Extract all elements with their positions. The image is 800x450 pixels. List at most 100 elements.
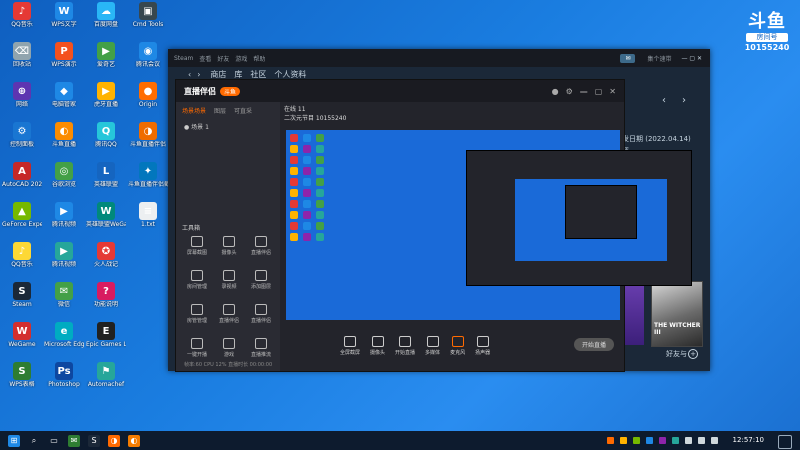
settings-icon[interactable]: ⚙	[566, 87, 573, 96]
nav-library[interactable]: 库	[234, 69, 242, 80]
nav-profile[interactable]: 个人资料	[274, 69, 306, 80]
witcher-capsule[interactable]: THE WITCHER III	[651, 281, 703, 347]
toolbox-item[interactable]: 一键开播	[184, 338, 210, 358]
toolbox-item[interactable]: 游戏	[216, 338, 242, 358]
close-icon[interactable]: ✕	[609, 87, 616, 96]
desktop-icon[interactable]: ⌫ 回收站	[2, 42, 42, 68]
desktop-icon-label: 电脑管家	[51, 101, 76, 108]
tab-scenes[interactable]: 场景场景	[182, 106, 206, 115]
desktop-icon[interactable]: ☁ 百度网盘	[86, 2, 126, 28]
live-companion-window[interactable]: 直播伴侣 斗鱼 ● ⚙ — ▢ ✕ 场景场景 图层 可直采 ● 场景 1 工具箱…	[175, 79, 692, 372]
carousel-next-icon[interactable]: ›	[682, 95, 686, 106]
toolbox-item[interactable]: 房管管理	[184, 304, 210, 324]
desktop-icon[interactable]: ▶ 虎牙直播	[86, 82, 126, 108]
desktop-icon[interactable]: L 英雄联盟	[86, 162, 126, 188]
toolbox-item[interactable]: 直播伴侣	[216, 304, 242, 324]
toolbox-item[interactable]: 摄像头	[216, 236, 242, 256]
douyu-taskbar-icon[interactable]: ◑	[108, 434, 120, 447]
microphone-button[interactable]: 麦克风	[450, 335, 465, 356]
desktop-icon[interactable]: Ps Photoshop	[44, 362, 84, 388]
desktop-icon[interactable]: ♪ QQ音乐	[2, 2, 42, 28]
desktop-icon[interactable]: ✪ 火人战记	[86, 242, 126, 268]
toolbox-item[interactable]: 录视频	[216, 270, 242, 290]
menu-friends[interactable]: 好友	[217, 54, 229, 63]
desktop-icon[interactable]: ♪ QQ音乐	[2, 242, 42, 268]
maximize-icon[interactable]: ▢	[595, 87, 603, 96]
toolbox-item[interactable]: 直播推流	[248, 338, 274, 358]
start-live-button[interactable]: 开始直播	[395, 335, 415, 356]
titlebar-controls[interactable]: ● ⚙ — ▢ ✕	[552, 87, 616, 96]
desktop-icon[interactable]: ▲GeForce Experience	[2, 202, 42, 228]
desktop-icon[interactable]: ⚑ Automachef	[86, 362, 126, 388]
chat-icon[interactable]: ✉	[620, 53, 636, 63]
media-button[interactable]: 多媒体	[425, 335, 440, 356]
toolbox-item[interactable]: 屏幕截图	[184, 236, 210, 256]
toolbox-item[interactable]: 直播伴侣	[248, 304, 274, 324]
menu-view[interactable]: 查看	[199, 54, 211, 63]
desktop-icon[interactable]: ◎ 谷歌浏览	[44, 162, 84, 188]
desktop-icon[interactable]: ✦斗鱼直播伴侣截屏	[128, 162, 168, 188]
desktop-icon[interactable]: ≡ 1.txt	[128, 202, 168, 228]
desktop-icon[interactable]: W英雄联盟WeGame版	[86, 202, 126, 228]
carousel-prev-icon[interactable]: ‹	[662, 95, 666, 106]
desktop-icon[interactable]: ◆ 电脑管家	[44, 82, 84, 108]
app-icon: ◎	[55, 162, 73, 180]
desktop-icon[interactable]: ● Origin	[128, 82, 168, 108]
back-icon[interactable]: ‹	[188, 70, 191, 79]
desktop-icon[interactable]: Q 腾讯QQ	[86, 122, 126, 148]
search-icon[interactable]: ⌕	[28, 435, 40, 447]
desktop-icon-label: 功能说明	[93, 301, 118, 308]
preview-canvas[interactable]	[286, 130, 692, 320]
desktop-icon[interactable]: W WPS文字	[44, 2, 84, 28]
speaker-button[interactable]: 扬声器	[475, 335, 490, 356]
desktop-icon[interactable]: EEpic Games Launcher	[86, 322, 126, 348]
user-name[interactable]: 集个速带	[647, 54, 671, 63]
notification-icon[interactable]	[778, 435, 792, 449]
scene-item[interactable]: ● 场景 1	[176, 119, 280, 134]
menu-help[interactable]: 帮助	[253, 54, 265, 63]
desktop-icon[interactable]: ⚙ 控制面板	[2, 122, 42, 148]
desktop-icon[interactable]: A AutoCAD 2020	[2, 162, 42, 188]
desktop-icon[interactable]: ✉ 微信	[44, 282, 84, 308]
menu-games[interactable]: 游戏	[235, 54, 247, 63]
minimize-icon[interactable]: —	[580, 87, 588, 96]
add-friend-icon[interactable]: +	[688, 349, 698, 359]
desktop-icon[interactable]: ? 功能说明	[86, 282, 126, 308]
clock[interactable]: 12:57:10	[733, 436, 764, 444]
desktop-icon[interactable]: S Steam	[2, 282, 42, 308]
tab-sources[interactable]: 可直采	[234, 106, 252, 115]
tab-layers[interactable]: 图层	[214, 106, 226, 115]
window-controls[interactable]: — ▢ ✕	[681, 55, 702, 62]
preview-mini-icon	[303, 134, 311, 142]
desktop-icon[interactable]: ◉ 腾讯会议	[128, 42, 168, 68]
start-icon[interactable]: ⊞	[8, 434, 20, 447]
nav-community[interactable]: 社区	[250, 69, 266, 80]
avatar[interactable]: ●	[552, 87, 559, 96]
task-view-icon[interactable]: ▭	[48, 435, 60, 447]
friends-chat[interactable]: 好友与	[666, 349, 687, 359]
toolbox-item[interactable]: 房间管理	[184, 270, 210, 290]
desktop-icon[interactable]: ◑ 斗鱼直播伴侣	[128, 122, 168, 148]
desktop-icon[interactable]: ▣ Cmd Tools	[128, 2, 168, 28]
desktop-icon[interactable]: e Microsoft Edge	[44, 322, 84, 348]
menu-steam[interactable]: Steam	[174, 55, 193, 62]
camera-button[interactable]: 摄像头	[370, 335, 385, 356]
desktop-icon[interactable]: ◐ 斗鱼直播	[44, 122, 84, 148]
desktop-icon[interactable]: ▶ 腾讯视频	[44, 202, 84, 228]
live-companion-titlebar: 直播伴侣 斗鱼 ● ⚙ — ▢ ✕	[176, 80, 624, 102]
go-live-button[interactable]: 开始直播	[573, 338, 614, 351]
desktop-icon[interactable]: S WPS表格	[2, 362, 42, 388]
desktop-icon[interactable]: W WeGame	[2, 322, 42, 348]
desktop-icon[interactable]: ▶ 腾讯视频	[44, 242, 84, 268]
toolbox-item[interactable]: 直播伴侣	[248, 236, 274, 256]
forward-icon[interactable]: ›	[197, 70, 200, 79]
desktop-icon[interactable]: ▶ 爱奇艺	[86, 42, 126, 68]
fullscreen-capture-button[interactable]: 全屏截屏	[340, 335, 360, 356]
desktop-icon[interactable]: ⊕ 网络	[2, 82, 42, 108]
wechat-taskbar-icon[interactable]: ✉	[68, 434, 80, 447]
nav-store[interactable]: 商店	[210, 69, 226, 80]
desktop-icon[interactable]: P WPS演示	[44, 42, 84, 68]
toolbox-item[interactable]: 添加图层	[248, 270, 274, 290]
companion-taskbar-icon[interactable]: ◐	[128, 434, 140, 447]
steam-taskbar-icon[interactable]: S	[88, 434, 100, 447]
